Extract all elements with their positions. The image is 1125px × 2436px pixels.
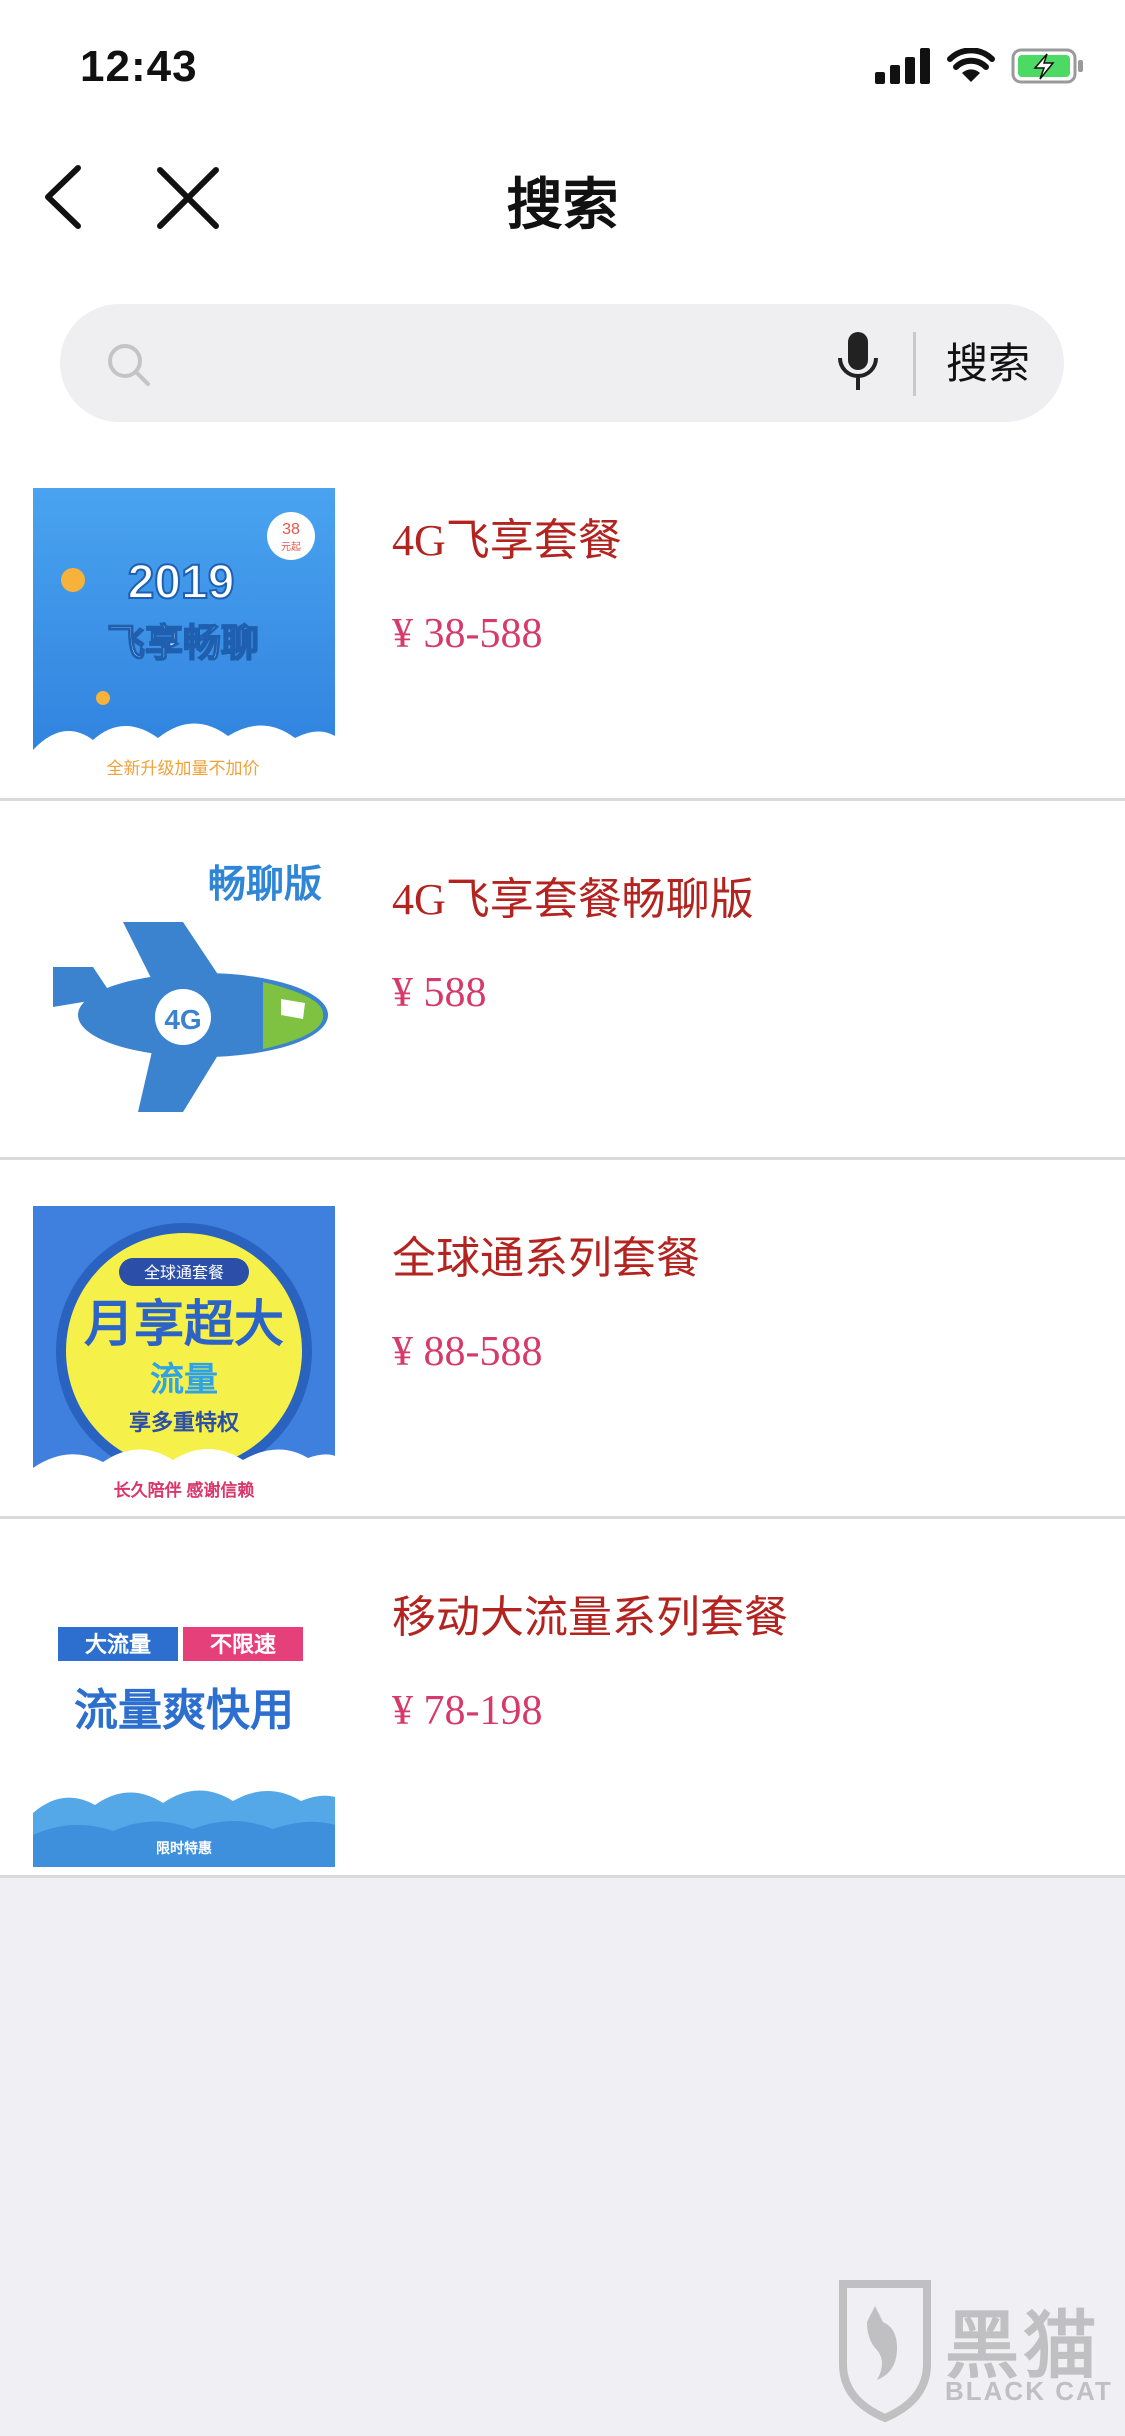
thumb-year: 2019 bbox=[128, 556, 235, 609]
list-item[interactable]: 畅聊版 4G 4G飞享套餐畅聊版 ¥ 588 bbox=[0, 801, 1125, 1160]
item-title: 移动大流量系列套餐 bbox=[392, 1593, 788, 1642]
list-item[interactable]: 全球通套餐 月享超大 流量 享多重特权 长久陪伴 感谢信赖 全球通系列套餐 ¥ … bbox=[0, 1160, 1125, 1519]
item-price: ¥ 588 bbox=[392, 970, 487, 1016]
item-title: 4G飞享套餐 bbox=[392, 516, 622, 565]
thumb-footer: 全新升级加量不加价 bbox=[107, 759, 260, 778]
search-input[interactable]: 搜索 bbox=[60, 304, 1064, 422]
product-image: 大流量 不限速 流量爽快用 限时特惠 bbox=[33, 1565, 335, 1867]
top-bar: 12:43 搜索 bbox=[0, 0, 1125, 268]
item-title: 4G飞享套餐畅聊版 bbox=[392, 875, 754, 924]
search-button[interactable]: 搜索 bbox=[946, 332, 1030, 396]
list-item[interactable]: 大流量 不限速 流量爽快用 限时特惠 移动大流量系列套餐 ¥ 78-198 bbox=[0, 1519, 1125, 1878]
signal-icon bbox=[875, 48, 930, 84]
black-cat-logo-icon bbox=[839, 2280, 931, 2422]
search-divider bbox=[913, 332, 916, 396]
search-bar: 搜索 bbox=[0, 266, 1125, 442]
thumb-footer: 限时特惠 bbox=[156, 1840, 212, 1856]
status-time: 12:43 bbox=[80, 42, 198, 91]
thumb-tag-left: 大流量 bbox=[85, 1632, 151, 1657]
thumb-tag-right: 不限速 bbox=[210, 1632, 276, 1657]
result-list: 38 元起 2019 飞享畅聊 全新升级加量不加价 4G飞享套餐 ¥ 38-58… bbox=[0, 442, 1125, 1878]
wifi-icon bbox=[947, 48, 995, 82]
thumb-label: 畅聊版 bbox=[208, 864, 322, 906]
page-title: 搜索 bbox=[506, 173, 619, 236]
thumb-line2: 流量 bbox=[150, 1361, 218, 1399]
battery-charging-icon bbox=[1011, 48, 1083, 84]
thumb-subtitle: 飞享畅聊 bbox=[107, 623, 259, 665]
product-image: 全球通套餐 月享超大 流量 享多重特权 长久陪伴 感谢信赖 bbox=[33, 1206, 335, 1508]
product-image: 畅聊版 4G bbox=[33, 847, 335, 1149]
thumb-footer: 长久陪伴 感谢信赖 bbox=[114, 1480, 255, 1500]
item-price: ¥ 88-588 bbox=[392, 1329, 543, 1375]
badge-price: 38 bbox=[282, 521, 300, 538]
thumb-tag: 全球通套餐 bbox=[144, 1264, 224, 1282]
item-title: 全球通系列套餐 bbox=[392, 1234, 700, 1283]
product-image: 38 元起 2019 飞享畅聊 全新升级加量不加价 bbox=[33, 488, 335, 790]
watermark: 黑猫 BLACK CAT bbox=[835, 2276, 1115, 2426]
watermark-en: BLACK CAT bbox=[945, 2376, 1113, 2406]
thumb-line3: 享多重特权 bbox=[129, 1410, 240, 1435]
microphone-icon[interactable] bbox=[833, 328, 883, 398]
item-price: ¥ 78-198 bbox=[392, 1688, 543, 1734]
list-item[interactable]: 38 元起 2019 飞享畅聊 全新升级加量不加价 4G飞享套餐 ¥ 38-58… bbox=[0, 442, 1125, 801]
badge-unit: 元起 bbox=[281, 541, 301, 553]
search-icon bbox=[108, 344, 150, 386]
plane-text: 4G bbox=[164, 1004, 201, 1035]
thumb-headline: 流量爽快用 bbox=[74, 1686, 294, 1735]
item-price: ¥ 38-588 bbox=[392, 611, 543, 657]
thumb-headline: 月享超大 bbox=[84, 1296, 284, 1352]
status-icons bbox=[875, 46, 1085, 86]
